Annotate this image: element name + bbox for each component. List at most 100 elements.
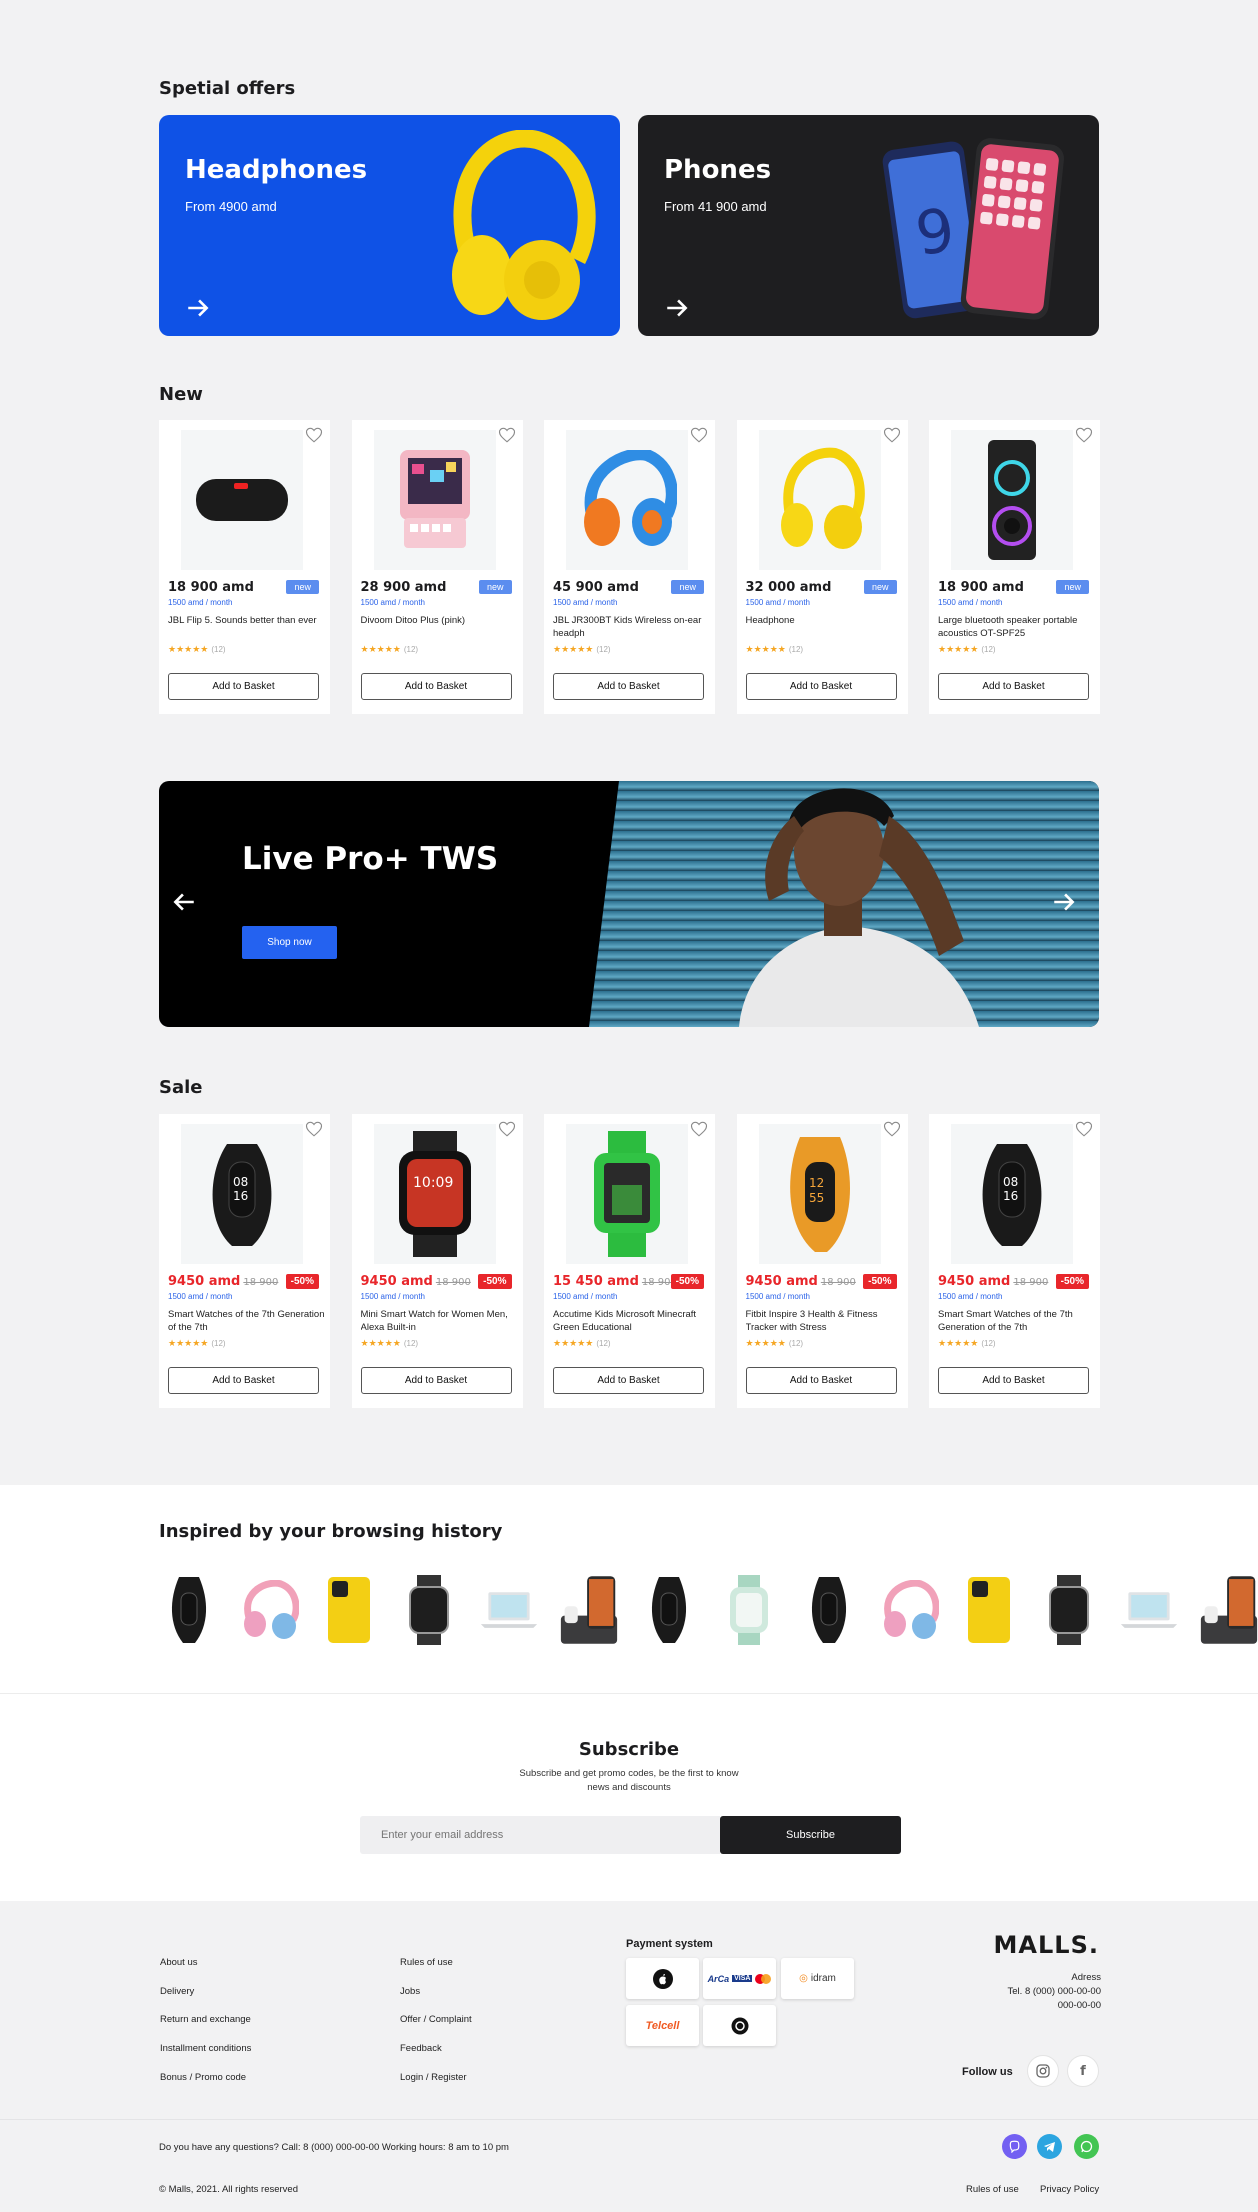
footer-link[interactable]: Return and exchange [160,2014,251,2025]
history-item[interactable] [879,1575,939,1645]
heart-icon[interactable] [690,1120,708,1138]
heart-icon[interactable] [498,426,516,444]
viber-icon[interactable] [1002,2134,1027,2159]
product-image[interactable] [373,430,496,570]
product-image[interactable] [758,430,881,570]
facebook-icon[interactable]: f [1067,2055,1099,2087]
product-name[interactable]: JBL Flip 5. Sounds better than ever [168,614,328,640]
footer-link[interactable]: Offer / Complaint [400,2014,472,2025]
product-image[interactable] [566,430,688,570]
heart-icon[interactable] [498,1120,516,1138]
history-item[interactable] [1039,1575,1099,1645]
shop-now-button[interactable]: Shop now [242,926,337,959]
product-image[interactable] [566,1124,688,1264]
footer-link[interactable]: Feedback [400,2043,442,2054]
footer-link[interactable]: Login / Register [400,2072,467,2083]
footer-link[interactable]: Rules of use [400,1957,453,1968]
history-item[interactable] [559,1575,619,1645]
product-card[interactable]: 12 55 9450 amd 18 900 -50% 1500 amd / month Fi… [736,1114,908,1408]
add-to-basket-button[interactable]: Add to Basket [168,673,319,700]
add-to-basket-button[interactable]: Add to Basket [745,1367,897,1394]
history-item[interactable] [399,1575,459,1645]
history-item[interactable] [239,1575,299,1645]
add-to-basket-button[interactable]: Add to Basket [938,673,1089,700]
product-name[interactable]: Headphone [746,614,906,640]
product-image[interactable]: 10:09 [373,1124,496,1264]
payment-idram: ◎ idram [781,1958,854,1999]
mastercard-icon [755,1973,772,1984]
subscribe-button[interactable]: Subscribe [720,1816,901,1854]
footer-link[interactable]: Delivery [160,1986,194,1997]
footer-link[interactable]: Bonus / Promo code [160,2072,246,2083]
product-name[interactable]: Smart Watches of the 7th Generation of t… [168,1308,328,1334]
history-item[interactable] [1119,1575,1179,1645]
history-title: Inspired by your browsing history [159,1521,503,1542]
footer-link[interactable]: Jobs [400,1986,420,1997]
malls-logo[interactable]: MALLS. [994,1931,1099,1959]
product-card[interactable]: 10:09 9450 amd 18 900 -50% 1500 amd / month … [351,1114,523,1408]
add-to-basket-button[interactable]: Add to Basket [938,1367,1089,1394]
add-to-basket-button[interactable]: Add to Basket [553,673,704,700]
arrow-left-icon[interactable] [171,889,197,915]
arrow-right-icon[interactable] [664,295,690,321]
history-item[interactable] [959,1575,1019,1645]
product-card[interactable]: 28 900 amd new 1500 amd / month Divoom Dito… [351,420,523,714]
email-input[interactable] [360,1816,720,1854]
phones-image: 9 [882,138,1064,320]
product-image[interactable]: 08 16 [951,1124,1073,1264]
product-image[interactable] [951,430,1073,570]
history-item[interactable] [319,1575,379,1645]
product-name[interactable]: Divoom Ditoo Plus (pink) [361,614,521,640]
offer-phones[interactable]: Phones From 41 900 amd 9 [638,115,1099,336]
heart-icon[interactable] [305,426,323,444]
footer-link[interactable]: Installment conditions [160,2043,251,2054]
product-name[interactable]: Smart Smart Watches of the 7th Generatio… [938,1308,1098,1334]
footer-privacy-link[interactable]: Privacy Policy [1040,2184,1099,2195]
product-image[interactable]: 12 55 [758,1124,881,1264]
product-name[interactable]: Fitbit Inspire 3 Health & Fitness Tracke… [746,1308,906,1334]
history-item[interactable] [159,1575,219,1645]
product-name[interactable]: Mini Smart Watch for Women Men, Alexa Bu… [361,1308,521,1334]
add-to-basket-button[interactable]: Add to Basket [745,673,897,700]
footer-link[interactable]: About us [160,1957,198,1968]
product-card[interactable]: 08 16 9450 amd 18 900 -50% 1500 amd / month Sm… [159,1114,330,1408]
product-image[interactable]: 08 16 [181,1124,303,1264]
heart-icon[interactable] [1075,1120,1093,1138]
product-name[interactable]: JBL JR300BT Kids Wireless on-ear headph [553,614,713,640]
heart-icon[interactable] [690,426,708,444]
offer-title: Headphones [185,155,368,185]
heart-icon[interactable] [883,1120,901,1138]
heart-icon[interactable] [1075,426,1093,444]
product-card[interactable]: 45 900 amd new 1500 amd / month JBL JR300BT… [544,420,715,714]
history-item[interactable] [799,1575,859,1645]
footer-rules-link[interactable]: Rules of use [966,2184,1019,2195]
whatsapp-icon[interactable] [1074,2134,1099,2159]
product-image[interactable] [181,430,303,570]
special-offers-title: Spetial offers [159,78,296,99]
promo-banner[interactable]: Live Pro+ TWS Shop now [159,781,1099,1027]
product-card[interactable]: 18 900 amd new 1500 amd / month Large bluet… [929,420,1100,714]
add-to-basket-button[interactable]: Add to Basket [168,1367,319,1394]
history-item[interactable] [719,1575,779,1645]
history-item[interactable] [1199,1575,1258,1645]
history-item[interactable] [639,1575,699,1645]
add-to-basket-button[interactable]: Add to Basket [360,673,512,700]
product-price: 28 900 amd [360,580,447,595]
product-card[interactable]: 15 450 amd 18 900 -50% 1500 amd / month Accu… [544,1114,715,1408]
product-card[interactable]: 32 000 amd new 1500 amd / month Headphone ★★… [736,420,908,714]
product-name[interactable]: Accutime Kids Microsoft Minecraft Green … [553,1308,713,1334]
product-name[interactable]: Large bluetooth speaker portable acousti… [938,614,1098,640]
arrow-right-icon[interactable] [1051,889,1077,915]
heart-icon[interactable] [883,426,901,444]
product-card[interactable]: 08 16 9450 amd 18 900 -50% 1500 amd / month Sm… [929,1114,1100,1408]
history-carousel[interactable] [159,1575,1258,1645]
history-item[interactable] [479,1575,539,1645]
product-card[interactable]: 18 900 amd new 1500 amd / month JBL Flip 5.… [159,420,330,714]
add-to-basket-button[interactable]: Add to Basket [553,1367,704,1394]
add-to-basket-button[interactable]: Add to Basket [360,1367,512,1394]
telegram-icon[interactable] [1037,2134,1062,2159]
instagram-icon[interactable] [1027,2055,1059,2087]
offer-headphones[interactable]: Headphones From 4900 amd [159,115,620,336]
heart-icon[interactable] [305,1120,323,1138]
arrow-right-icon[interactable] [185,295,211,321]
